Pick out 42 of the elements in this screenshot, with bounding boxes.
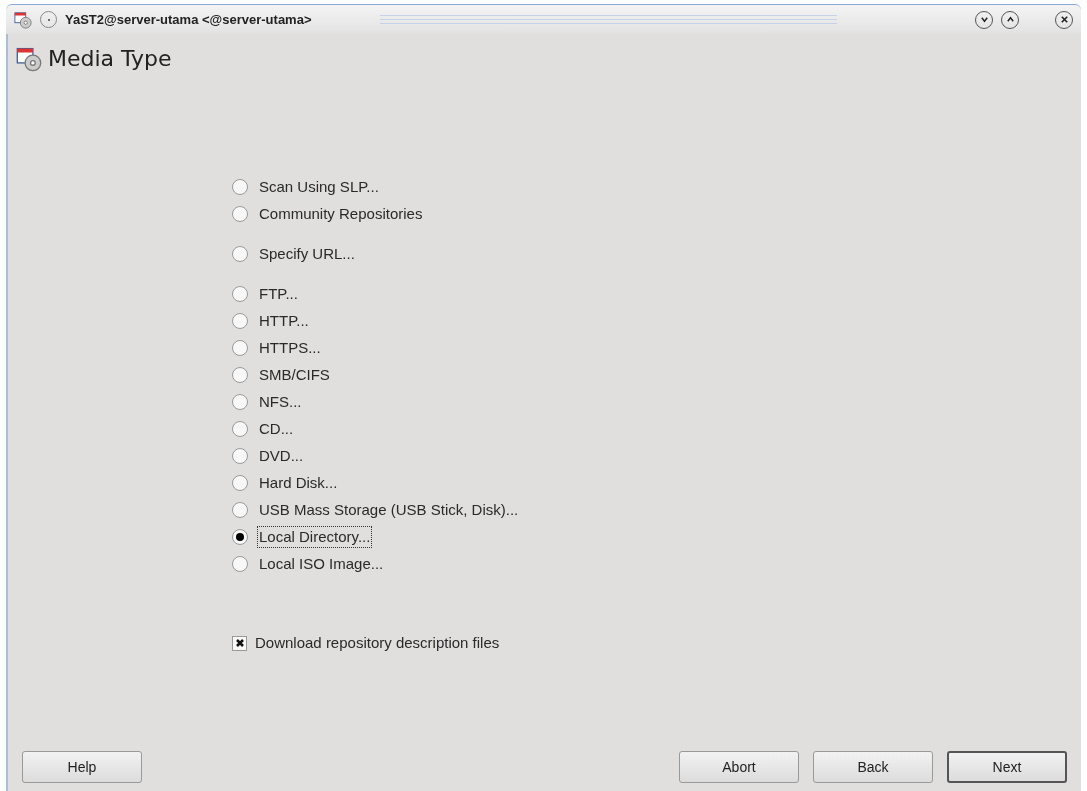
app-icon [14, 10, 32, 29]
option-label: CD... [258, 418, 295, 439]
radio-button[interactable] [232, 339, 248, 356]
radio-button[interactable] [232, 393, 248, 410]
radio-button[interactable] [232, 178, 248, 195]
option-label: Local ISO Image... [258, 553, 385, 574]
page-heading: Media Type [48, 45, 172, 73]
radio-button[interactable] [232, 555, 248, 572]
checkbox-label: Download repository description files [255, 633, 500, 653]
option-label: HTTPS... [258, 337, 322, 358]
radio-button[interactable] [232, 420, 248, 437]
option-label: USB Mass Storage (USB Stick, Disk)... [258, 499, 520, 520]
dialog-button[interactable]: Back [813, 751, 933, 783]
radio-button[interactable] [232, 528, 248, 545]
dialog-button[interactable]: Next [947, 751, 1067, 783]
close-icon [1059, 15, 1069, 24]
window-title: YaST2@server-utama <@server-utama> [65, 10, 312, 29]
radio-button[interactable] [232, 474, 248, 491]
option-label: Community Repositories [258, 203, 424, 224]
checkbox[interactable] [232, 635, 247, 651]
option-label: FTP... [258, 283, 299, 304]
help-button[interactable]: Help [22, 751, 142, 783]
option-label: HTTP... [258, 310, 310, 331]
radio-button[interactable] [232, 312, 248, 329]
radio-button[interactable] [232, 366, 248, 383]
radio-button[interactable] [232, 245, 248, 262]
media-icon [16, 45, 42, 72]
cross-mark-icon [234, 638, 245, 649]
chevron-down-icon [979, 15, 989, 24]
radio-button[interactable] [232, 285, 248, 302]
chevron-up-icon [1005, 15, 1015, 24]
option-label: Scan Using SLP... [258, 176, 380, 197]
radio-button[interactable] [232, 205, 248, 222]
radio-button[interactable] [232, 447, 248, 464]
radio-button[interactable] [232, 501, 248, 518]
option-label: NFS... [258, 391, 303, 412]
option-label: Hard Disk... [258, 472, 339, 493]
option-label: DVD... [258, 445, 305, 466]
option-label: Local Directory... [257, 525, 373, 548]
option-label: SMB/CIFS [258, 364, 331, 385]
option-label: Specify URL... [258, 243, 356, 264]
dialog-button[interactable]: Abort [679, 751, 799, 783]
